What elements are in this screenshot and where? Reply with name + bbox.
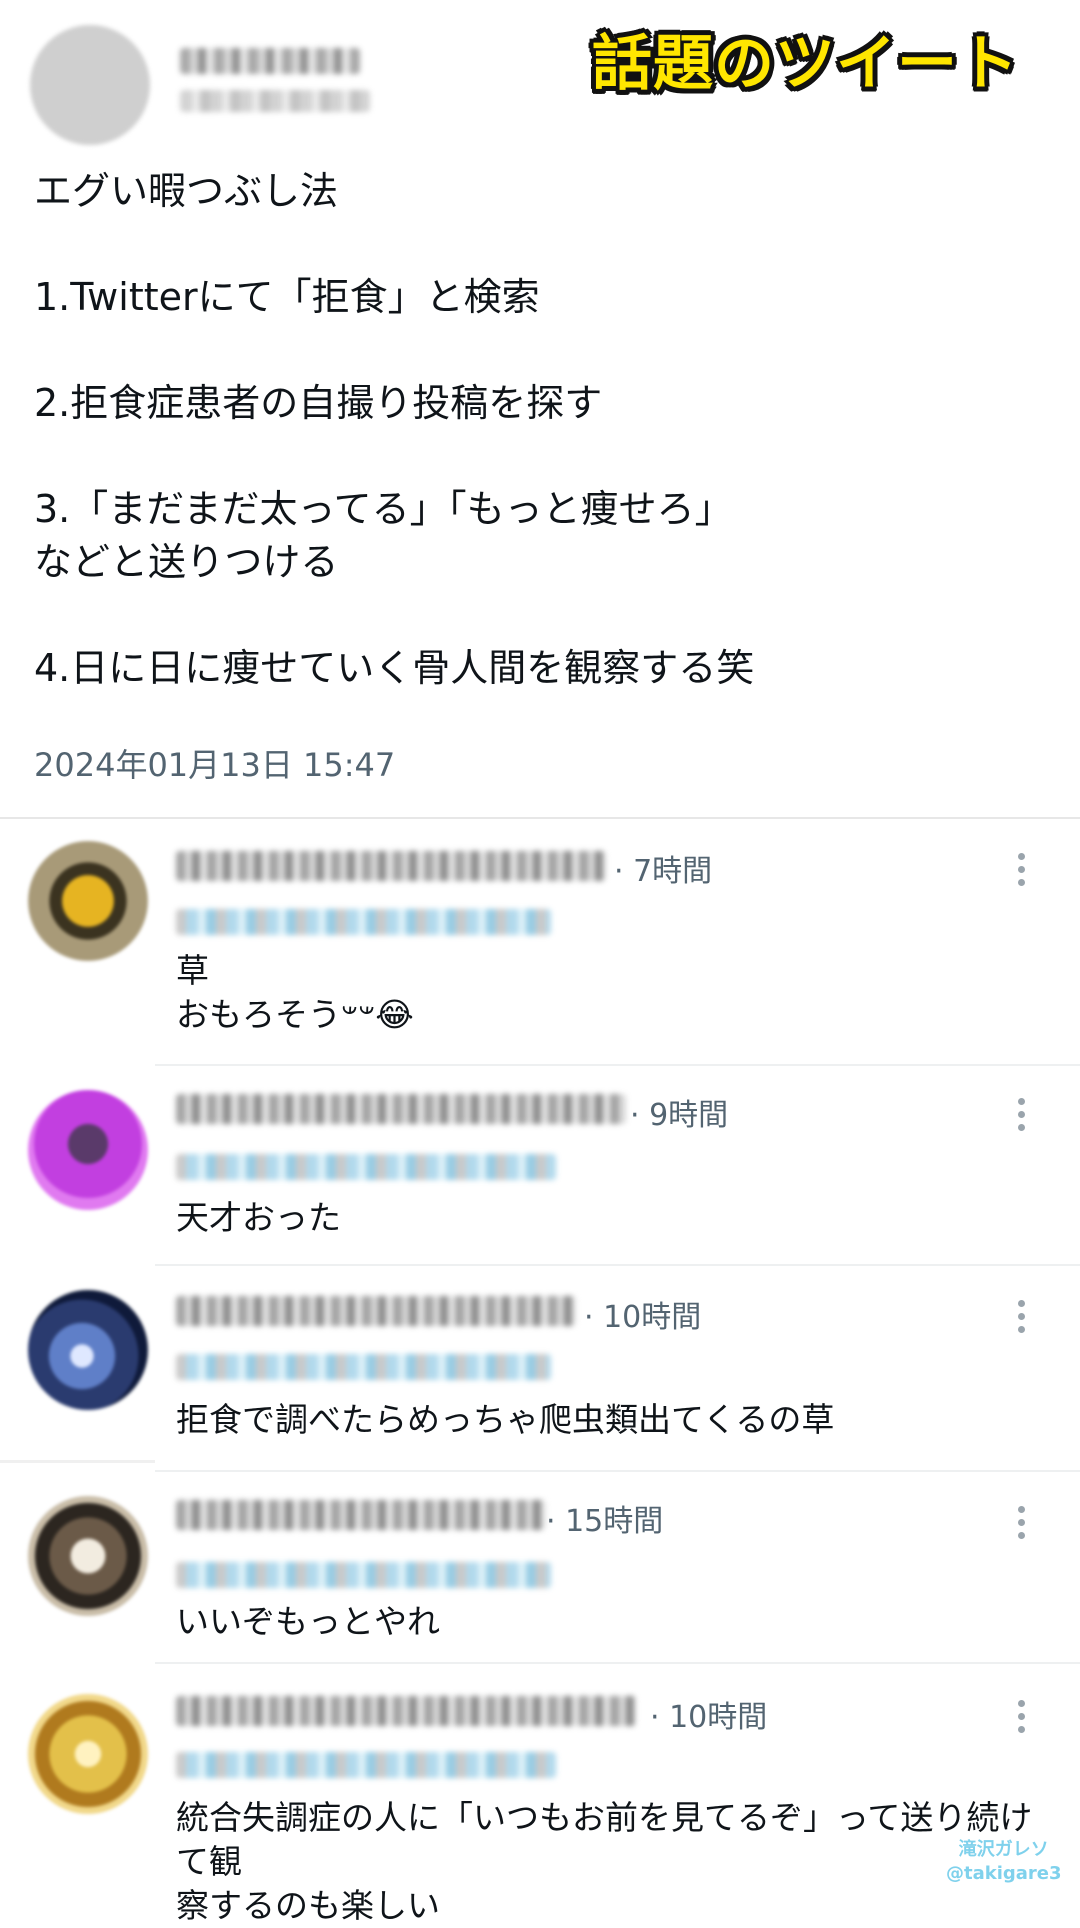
reply-text-line: おもろそう𐤔𐤔😂 — [176, 995, 414, 1034]
reply-avatar[interactable] — [28, 1090, 148, 1210]
reply-text-line: 統合失調症の人に「いつもお前を見てるぞ」って送り続けて観 — [176, 1798, 1033, 1881]
reply-avatar[interactable] — [28, 841, 148, 961]
author-handle-blurred[interactable] — [180, 90, 370, 112]
reply-avatar[interactable] — [28, 1694, 148, 1814]
more-options-icon[interactable] — [1014, 1502, 1028, 1545]
author-avatar[interactable] — [30, 25, 150, 145]
tweet-line: 4.日に日に痩せていく骨人間を観察する笑 — [34, 646, 755, 690]
more-options-icon[interactable] — [1014, 1094, 1028, 1137]
author-name-blurred[interactable] — [180, 48, 360, 74]
reply-avatar[interactable] — [28, 1496, 148, 1616]
reply-text-line: 拒食で調べたらめっちゃ爬虫類出てくるの草 — [176, 1400, 835, 1439]
reply-text-line: 天才おった — [176, 1198, 341, 1237]
reply-text-line: いいぞもっとやれ — [176, 1602, 440, 1641]
reply-time: · 7時間 — [614, 854, 713, 889]
more-options-icon[interactable] — [1014, 849, 1028, 892]
watermark-name: 滝沢ガレソ — [958, 1839, 1049, 1860]
watermark-handle: @takigare3 — [946, 1863, 1062, 1884]
reply-handle-blurred[interactable] — [176, 1354, 551, 1380]
tweet-body: エグい暇つぶし法 1.Twitterにて「拒食」と検索 2.拒食症患者の自撮り投… — [34, 165, 1054, 695]
tweet-line: エグい暇つぶし法 — [34, 169, 339, 213]
reply-text: 拒食で調べたらめっちゃ爬虫類出てくるの草 — [176, 1398, 1056, 1442]
tweet-line — [34, 324, 1054, 377]
tweet-line: 3.「まだまだ太ってる」「もっと痩せろ」 — [34, 487, 733, 531]
tweet-header: 話題のツイート — [0, 0, 1080, 165]
reply-avatar[interactable] — [28, 1290, 148, 1410]
more-options-icon[interactable] — [1014, 1696, 1028, 1739]
reply-item[interactable]: · 10時間 拒食で調べたらめっちゃ爬虫類出てくるの草 — [0, 1266, 1080, 1466]
tweet-line — [34, 589, 1054, 642]
reply-item[interactable]: · 9時間 天才おった — [0, 1066, 1080, 1264]
reply-text: いいぞもっとやれ — [176, 1600, 1056, 1644]
reply-time: · 10時間 — [650, 1700, 768, 1735]
reply-text: 草 おもろそう𐤔𐤔😂 — [176, 949, 1056, 1037]
reply-name-blurred[interactable] — [176, 851, 606, 881]
tweet-line: 1.Twitterにて「拒食」と検索 — [34, 275, 540, 319]
reply-handle-blurred[interactable] — [176, 1752, 556, 1778]
more-options-icon[interactable] — [1014, 1296, 1028, 1339]
reply-item[interactable]: · 15時間 いいぞもっとやれ — [0, 1472, 1080, 1662]
divider — [0, 1460, 155, 1463]
reply-name-blurred[interactable] — [176, 1696, 636, 1726]
reply-text-line: 察するのも楽しい — [176, 1886, 440, 1925]
tweet-line: 2.拒食症患者の自撮り投稿を探す — [34, 381, 603, 425]
reply-text: 天才おった — [176, 1196, 1056, 1240]
reply-text-line: 草 — [176, 951, 209, 990]
watermark: 滝沢ガレソ @takigare3 — [946, 1838, 1062, 1886]
tweet-line: などと送りつける — [34, 540, 339, 584]
reply-time: · 9時間 — [630, 1098, 729, 1133]
tweet-line — [34, 430, 1054, 483]
reply-name-blurred[interactable] — [176, 1094, 626, 1124]
reply-item[interactable]: · 10時間 統合失調症の人に「いつもお前を見てるぞ」って送り続けて観 察するの… — [0, 1664, 1080, 1925]
reply-handle-blurred[interactable] — [176, 1154, 556, 1180]
reply-time: · 10時間 — [584, 1300, 702, 1335]
reply-name-blurred[interactable] — [176, 1500, 546, 1530]
tweet-timestamp[interactable]: 2024年01月13日 15:47 — [34, 740, 395, 786]
reply-item[interactable]: · 7時間 草 おもろそう𐤔𐤔😂 — [0, 819, 1080, 1064]
reply-handle-blurred[interactable] — [176, 1562, 551, 1588]
reply-name-blurred[interactable] — [176, 1296, 576, 1326]
reply-time: · 15時間 — [546, 1504, 664, 1539]
banner-title: 話題のツイート — [592, 29, 1019, 99]
tweet-line — [34, 218, 1054, 271]
reply-handle-blurred[interactable] — [176, 909, 551, 935]
reply-text: 統合失調症の人に「いつもお前を見てるぞ」って送り続けて観 察するのも楽しい — [176, 1796, 1056, 1928]
